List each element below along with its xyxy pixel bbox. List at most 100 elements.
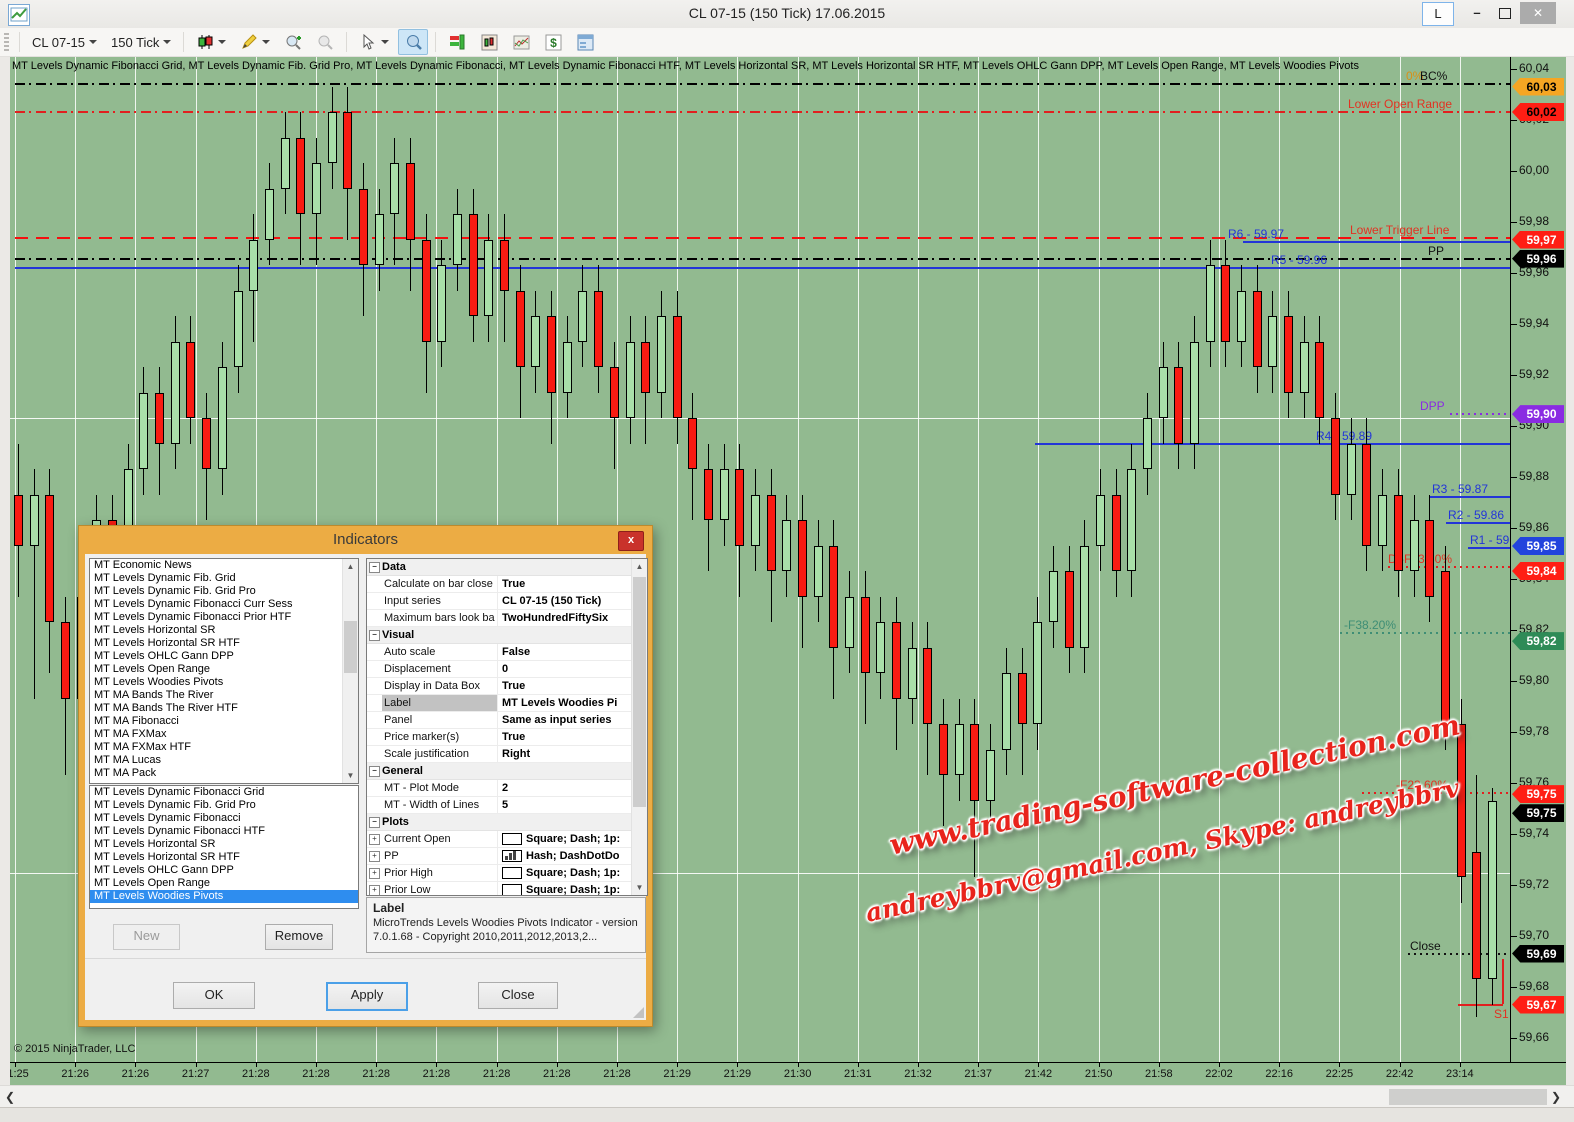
list-item[interactable]: MT MA FXMax HTF [90,741,343,754]
list-item[interactable]: MT Levels Horizontal SR [90,624,343,637]
list-item[interactable]: MT Levels OHLC Gann DPP [90,864,358,877]
property-value[interactable]: True [498,731,647,743]
time-axis[interactable]: 21:2521:2621:2621:2721:2821:2821:2821:28… [10,1063,1566,1085]
list-item[interactable]: MT Levels Open Range [90,877,358,890]
expand-icon[interactable]: + [369,885,380,896]
list-item[interactable]: MT MA Bands The River HTF [90,702,343,715]
list-item[interactable]: MT Levels Horizontal SR HTF [90,851,358,864]
drawing-tools-button[interactable] [235,30,275,54]
dialog-close-button[interactable]: x [618,531,644,551]
remove-button[interactable]: Remove [265,924,333,950]
list-item[interactable]: MT Levels Woodies Pivots [90,890,358,903]
property-row[interactable]: +PPHash; DashDotDo [367,848,647,865]
list-item[interactable]: MT Levels Dynamic Fib. Grid Pro [90,799,358,812]
chart-trader-button[interactable] [443,30,471,54]
property-row[interactable]: Price marker(s)True [367,729,647,746]
dialog-close-action-button[interactable]: Close [478,982,558,1009]
collapse-icon[interactable]: − [369,562,380,573]
list-item[interactable]: MT MA Pack [90,767,343,780]
list-scrollbar[interactable]: ▲ ▼ [342,559,358,783]
chart-snapshot-button[interactable] [507,30,535,54]
list-item[interactable]: MT Levels Dynamic Fib. Grid Pro [90,585,343,598]
property-value[interactable]: True [498,680,647,692]
zoom-in-button[interactable] [279,30,307,54]
list-item[interactable]: MT Levels Dynamic Fibonacci [90,812,358,825]
plot-color-swatch[interactable] [502,833,522,845]
apply-button[interactable]: Apply [326,982,408,1011]
list-item[interactable]: MT Levels Dynamic Fib. Grid [90,572,343,585]
property-row[interactable]: +Current OpenSquare; Dash; 1p: [367,831,647,848]
list-item[interactable]: MT MA Fibonacci [90,715,343,728]
magnify-tool-button[interactable] [398,29,428,55]
plot-hash-swatch[interactable] [502,850,522,862]
property-row[interactable]: Input seriesCL 07-15 (150 Tick) [367,593,647,610]
account-data-button[interactable]: $ [539,30,567,54]
property-section-header[interactable]: −General [367,763,647,780]
property-value[interactable]: MT Levels Woodies Pi [498,697,647,709]
list-item[interactable]: MT MA Bands The River [90,689,343,702]
property-value[interactable]: Square; Dash; 1p: [498,867,647,879]
property-row[interactable]: Displacement0 [367,661,647,678]
property-value[interactable]: 2 [498,782,647,794]
list-item[interactable]: MT Levels Dynamic Fibonacci HTF [90,825,358,838]
scrollbar-thumb[interactable] [344,621,357,673]
list-item[interactable]: MT Levels OHLC Gann DPP [90,650,343,663]
property-row[interactable]: +Prior HighSquare; Dash; 1p: [367,865,647,882]
property-row[interactable]: Calculate on bar closeTrue [367,576,647,593]
property-row[interactable]: LabelMT Levels Woodies Pi [367,695,647,712]
property-section-header[interactable]: −Plots [367,814,647,831]
plot-color-swatch[interactable] [502,867,522,879]
scroll-down-arrow[interactable]: ▼ [632,880,647,895]
property-grid[interactable]: −DataCalculate on bar closeTrueInput ser… [366,558,648,896]
instrument-selector[interactable]: CL 07-15 [27,32,102,53]
list-item[interactable]: MT Levels Horizontal SR [90,838,358,851]
property-value[interactable]: Hash; DashDotDo [498,850,647,862]
expand-icon[interactable]: + [369,868,380,879]
property-value[interactable]: Same as input series [498,714,647,726]
configured-indicators-list[interactable]: MT Levels Dynamic Fibonacci GridMT Level… [89,785,359,909]
collapse-icon[interactable]: − [369,817,380,828]
property-value[interactable]: True [498,578,647,590]
close-window-button[interactable]: ✕ [1520,2,1556,24]
scroll-down-arrow[interactable]: ▼ [343,768,358,783]
list-item[interactable]: MT MA Lucas [90,754,343,767]
scroll-up-arrow[interactable]: ▲ [343,559,358,574]
property-section-header[interactable]: −Data [367,559,647,576]
ok-button[interactable]: OK [173,982,255,1009]
property-value[interactable]: Square; Dash; 1p: [498,884,647,896]
property-row[interactable]: Scale justificationRight [367,746,647,763]
property-row[interactable]: +Prior LowSquare; Dash; 1p: [367,882,647,896]
collapse-icon[interactable]: − [369,766,380,777]
zoom-out-button[interactable] [311,30,339,54]
list-item[interactable]: MT Levels Horizontal SR HTF [90,637,343,650]
property-value[interactable]: 5 [498,799,647,811]
property-row[interactable]: Auto scaleFalse [367,644,647,661]
collapse-icon[interactable]: − [369,630,380,641]
link-button[interactable]: L [1422,2,1454,26]
property-value[interactable]: False [498,646,647,658]
property-row[interactable]: Display in Data BoxTrue [367,678,647,695]
scroll-right-arrow[interactable]: ❯ [1548,1088,1564,1106]
property-value[interactable]: Square; Dash; 1p: [498,833,647,845]
list-item[interactable]: MT MA FXMax [90,728,343,741]
resize-grip[interactable] [633,1007,644,1018]
interval-selector[interactable]: 150 Tick [106,32,176,53]
property-row[interactable]: PanelSame as input series [367,712,647,729]
chart-style-button[interactable] [191,30,231,54]
expand-icon[interactable]: + [369,851,380,862]
property-row[interactable]: MT - Width of Lines5 [367,797,647,814]
minimize-button[interactable]: – [1466,2,1488,24]
property-row[interactable]: MT - Plot Mode2 [367,780,647,797]
data-box-button[interactable] [475,30,503,54]
scrollbar-thumb[interactable] [633,577,646,807]
price-axis[interactable]: 60,0460,0260,0059,9859,9659,9459,9259,90… [1511,57,1566,1063]
expand-icon[interactable]: + [369,834,380,845]
list-item[interactable]: MT Levels Open Range [90,663,343,676]
scroll-up-arrow[interactable]: ▲ [632,559,647,574]
property-value[interactable]: Right [498,748,647,760]
maximize-button[interactable] [1494,2,1516,24]
property-section-header[interactable]: −Visual [367,627,647,644]
horizontal-scrollbar[interactable]: ❮ ❯ [0,1085,1574,1108]
toolbar-grip[interactable] [4,33,9,51]
property-value[interactable]: TwoHundredFiftySix [498,612,647,624]
